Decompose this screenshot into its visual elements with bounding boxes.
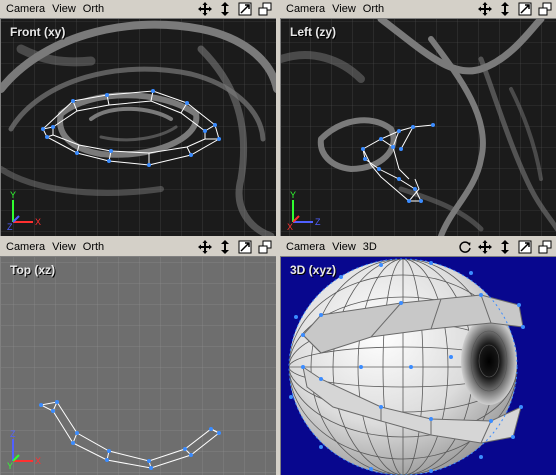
move-icon[interactable] xyxy=(197,1,212,16)
view-menu[interactable]: View xyxy=(328,3,359,15)
axis-gizmo: Y X Z xyxy=(7,190,47,230)
pan-vertical-icon[interactable] xyxy=(497,1,512,16)
restore-icon[interactable] xyxy=(257,1,272,16)
svg-text:Y: Y xyxy=(7,461,13,469)
axis-gizmo: Z X Y xyxy=(7,429,47,469)
axis-gizmo: Y Z X xyxy=(287,190,327,230)
projection-menu[interactable]: Orth xyxy=(359,3,387,15)
move-icon[interactable] xyxy=(477,239,492,254)
viewport-label: Front (xy) xyxy=(10,25,66,39)
svg-text:X: X xyxy=(35,217,41,227)
view-menu[interactable]: View xyxy=(48,3,79,15)
svg-text:Y: Y xyxy=(290,190,296,200)
viewport-3d: Camera View 3D 3D (xyz) xyxy=(280,238,556,475)
camera-menu[interactable]: Camera xyxy=(0,3,48,15)
viewport-toolbar: Camera View Orth xyxy=(0,238,276,257)
svg-text:Z: Z xyxy=(315,217,321,227)
viewport-canvas[interactable]: Front (xy) Y X Z xyxy=(0,19,276,236)
svg-text:X: X xyxy=(35,456,41,466)
projection-menu[interactable]: 3D xyxy=(359,241,380,253)
viewport-toolbar: Camera View Orth xyxy=(0,0,276,19)
view-menu[interactable]: View xyxy=(328,241,359,253)
restore-icon[interactable] xyxy=(257,239,272,254)
move-icon[interactable] xyxy=(477,1,492,16)
camera-menu[interactable]: Camera xyxy=(280,241,328,253)
viewport-label: Top (xz) xyxy=(10,263,56,277)
view-menu[interactable]: View xyxy=(48,241,79,253)
iris xyxy=(461,317,517,405)
viewport-left: Camera View Orth Left (zy) Y Z X xyxy=(280,0,556,236)
viewport-toolbar: Camera View 3D xyxy=(280,238,556,257)
camera-menu[interactable]: Camera xyxy=(280,3,328,15)
svg-text:X: X xyxy=(287,222,293,230)
viewport-label: Left (zy) xyxy=(290,25,336,39)
viewport-front: Camera View Orth Front (xy) Y X Z xyxy=(0,0,276,236)
maximize-icon[interactable] xyxy=(517,239,532,254)
move-icon[interactable] xyxy=(197,239,212,254)
maximize-icon[interactable] xyxy=(237,1,252,16)
svg-text:Z: Z xyxy=(7,222,13,230)
viewport-top: Camera View Orth Top (xz) Z X Y xyxy=(0,238,276,475)
viewport-label: 3D (xyz) xyxy=(290,263,337,277)
projection-menu[interactable]: Orth xyxy=(79,241,107,253)
svg-text:Y: Y xyxy=(10,190,16,200)
viewport-canvas[interactable]: Left (zy) Y Z X xyxy=(280,19,556,236)
svg-text:Z: Z xyxy=(10,429,16,439)
restore-icon[interactable] xyxy=(537,239,552,254)
camera-menu[interactable]: Camera xyxy=(0,241,48,253)
maximize-icon[interactable] xyxy=(237,239,252,254)
viewport-canvas[interactable]: Top (xz) Z X Y xyxy=(0,257,276,475)
pan-vertical-icon[interactable] xyxy=(217,239,232,254)
pan-vertical-icon[interactable] xyxy=(497,239,512,254)
restore-icon[interactable] xyxy=(537,1,552,16)
pan-vertical-icon[interactable] xyxy=(217,1,232,16)
viewport-canvas[interactable]: 3D (xyz) xyxy=(280,257,556,475)
rotate-icon[interactable] xyxy=(457,239,472,254)
maximize-icon[interactable] xyxy=(517,1,532,16)
viewport-toolbar: Camera View Orth xyxy=(280,0,556,19)
3d-scene xyxy=(288,258,525,475)
projection-menu[interactable]: Orth xyxy=(79,3,107,15)
